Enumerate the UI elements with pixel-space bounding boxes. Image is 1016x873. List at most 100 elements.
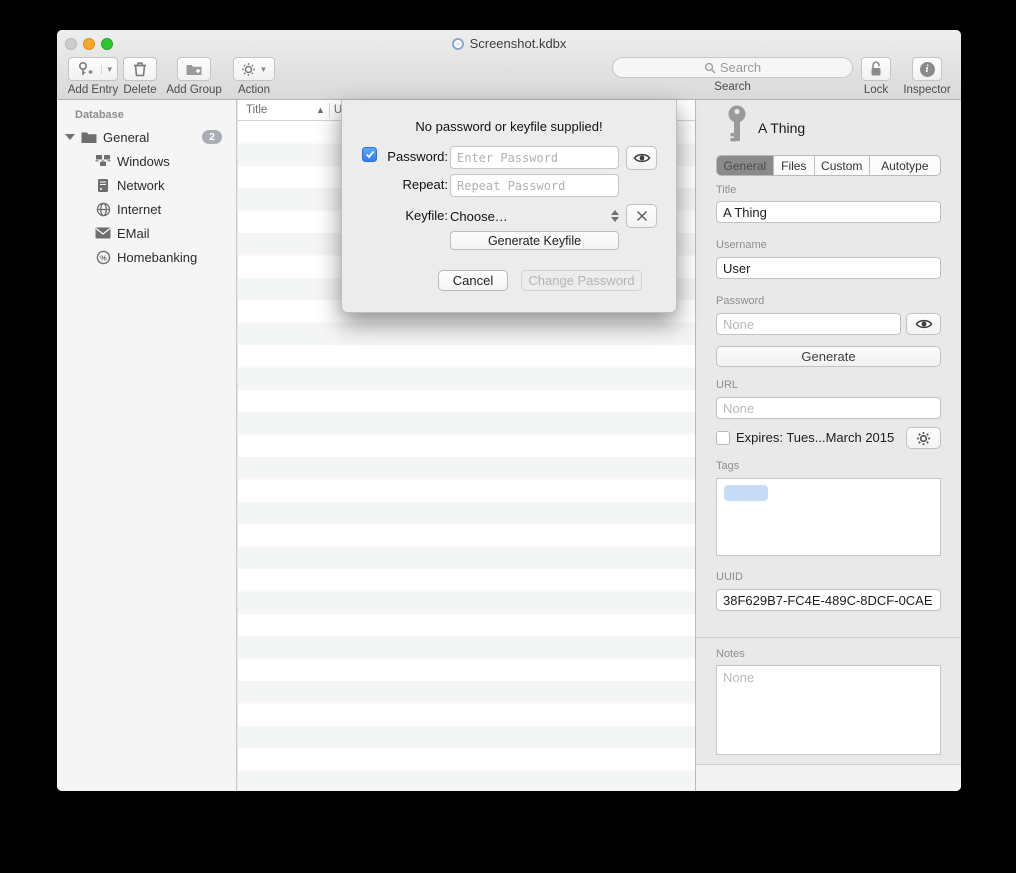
add-entry-dropdown-arrow-icon[interactable]: ▼ bbox=[101, 65, 117, 74]
generate-password-button[interactable]: Generate bbox=[716, 346, 941, 367]
url-field-label: URL bbox=[716, 379, 738, 391]
column-divider[interactable] bbox=[329, 103, 330, 118]
tab-autotype[interactable]: Autotype bbox=[870, 156, 940, 175]
keyfile-popup[interactable]: Choose… bbox=[450, 205, 619, 227]
reveal-password-button[interactable] bbox=[626, 146, 657, 170]
expires-checkbox[interactable] bbox=[716, 431, 730, 445]
show-password-button[interactable] bbox=[906, 313, 941, 335]
expires-label: Expires: Tues...March 2015 bbox=[736, 430, 894, 445]
clear-keyfile-button[interactable] bbox=[626, 204, 657, 228]
action-label: Action bbox=[229, 84, 279, 96]
tab-general[interactable]: General bbox=[717, 156, 774, 175]
tags-field[interactable] bbox=[716, 478, 941, 556]
title-field[interactable] bbox=[716, 201, 941, 223]
search-placeholder: Search bbox=[720, 60, 761, 75]
inspector-button[interactable]: i bbox=[912, 57, 942, 81]
dialog-password-label: Password: bbox=[362, 149, 448, 164]
sidebar-item-windows[interactable]: Windows bbox=[57, 149, 236, 173]
notes-label: Notes bbox=[716, 648, 745, 660]
tab-custom[interactable]: Custom bbox=[815, 156, 870, 175]
column-header-title[interactable]: Title bbox=[238, 104, 316, 116]
uuid-label: UUID bbox=[716, 571, 743, 583]
sidebar-item-label: Windows bbox=[117, 154, 170, 169]
toolbar-action: ▼ Action bbox=[229, 57, 279, 96]
close-x-icon bbox=[636, 210, 648, 222]
search-icon bbox=[704, 62, 716, 74]
toolbar-delete: Delete bbox=[119, 57, 161, 96]
sidebar-item-network[interactable]: Network bbox=[57, 173, 236, 197]
sidebar-item-label: Homebanking bbox=[117, 250, 197, 265]
dialog-keyfile-label: Keyfile: bbox=[362, 208, 448, 223]
sidebar-item-general[interactable]: General 2 bbox=[57, 125, 236, 149]
inspector-panel: A Thing General Files Custom Autotype Ti… bbox=[695, 100, 961, 791]
title-field-label: Title bbox=[716, 184, 736, 196]
cancel-button[interactable]: Cancel bbox=[438, 270, 508, 291]
delete-button[interactable] bbox=[123, 57, 157, 81]
uuid-field[interactable] bbox=[716, 589, 941, 611]
add-entry-button[interactable]: ▼ bbox=[68, 57, 118, 81]
entry-title: A Thing bbox=[758, 120, 805, 136]
sidebar-item-internet[interactable]: Internet bbox=[57, 197, 236, 221]
inspector-tabs: General Files Custom Autotype bbox=[716, 155, 941, 176]
username-field[interactable] bbox=[716, 257, 941, 279]
inspector-label: Inspector bbox=[900, 84, 954, 96]
inspector-divider bbox=[696, 637, 961, 638]
toolbar-search: Search Search bbox=[612, 57, 853, 93]
key-icon bbox=[724, 105, 750, 150]
svg-text:%: % bbox=[100, 253, 107, 262]
expires-row: Expires: Tues...March 2015 bbox=[716, 430, 894, 445]
search-label: Search bbox=[612, 81, 853, 93]
repeat-password-input[interactable] bbox=[450, 174, 619, 197]
tags-label: Tags bbox=[716, 460, 739, 472]
percent-circle-icon: % bbox=[95, 249, 111, 265]
lock-button[interactable] bbox=[861, 57, 891, 81]
entry-count-badge: 2 bbox=[202, 130, 222, 144]
search-input[interactable]: Search bbox=[612, 57, 853, 78]
window-title-area: Screenshot.kdbx bbox=[57, 36, 961, 51]
eye-icon bbox=[915, 318, 933, 330]
popup-stepper-icon bbox=[611, 210, 619, 222]
tag-token[interactable] bbox=[724, 485, 768, 501]
document-proxy-icon[interactable] bbox=[452, 38, 464, 50]
url-field[interactable] bbox=[716, 397, 941, 419]
globe-icon bbox=[95, 201, 111, 217]
sidebar-item-label: General bbox=[103, 130, 149, 145]
toolbar-inspector: i Inspector bbox=[900, 57, 954, 96]
expires-settings-button[interactable] bbox=[906, 427, 941, 449]
sidebar-item-label: Internet bbox=[117, 202, 161, 217]
action-chevron-icon: ▼ bbox=[260, 65, 268, 74]
change-password-sheet: No password or keyfile supplied! Passwor… bbox=[341, 100, 677, 313]
tab-files[interactable]: Files bbox=[774, 156, 815, 175]
trash-icon bbox=[133, 61, 147, 77]
sidebar: Database General 2 Windows Network bbox=[57, 100, 237, 791]
add-entry-label: Add Entry bbox=[65, 84, 121, 96]
generate-keyfile-button[interactable]: Generate Keyfile bbox=[450, 231, 619, 250]
delete-label: Delete bbox=[119, 84, 161, 96]
username-field-label: Username bbox=[716, 239, 767, 251]
sidebar-item-homebanking[interactable]: % Homebanking bbox=[57, 245, 236, 269]
toolbar-add-entry: ▼ Add Entry bbox=[65, 57, 121, 96]
app-window: Screenshot.kdbx ▼ Add Entry Delete Ad bbox=[57, 30, 961, 791]
toolbar-add-group: Add Group bbox=[164, 57, 224, 96]
sidebar-item-label: EMail bbox=[117, 226, 150, 241]
action-button[interactable]: ▼ bbox=[233, 57, 275, 81]
keyfile-popup-value: Choose… bbox=[450, 209, 508, 224]
folder-plus-icon bbox=[185, 62, 203, 77]
toolbar-lock: Lock bbox=[858, 57, 894, 96]
dialog-repeat-label: Repeat: bbox=[362, 177, 448, 192]
sidebar-item-label: Network bbox=[117, 178, 165, 193]
sidebar-item-email[interactable]: EMail bbox=[57, 221, 236, 245]
add-group-button[interactable] bbox=[177, 57, 211, 81]
change-password-button[interactable]: Change Password bbox=[521, 270, 642, 291]
window-title: Screenshot.kdbx bbox=[470, 36, 567, 51]
inspector-footer bbox=[696, 765, 961, 791]
enter-password-input[interactable] bbox=[450, 146, 619, 169]
notes-field[interactable] bbox=[716, 665, 941, 755]
sort-ascending-icon[interactable]: ▲ bbox=[316, 105, 325, 115]
lock-label: Lock bbox=[858, 84, 894, 96]
disclosure-triangle-icon[interactable] bbox=[65, 134, 75, 140]
titlebar-toolbar: Screenshot.kdbx ▼ Add Entry Delete Ad bbox=[57, 30, 961, 100]
envelope-icon bbox=[95, 225, 111, 241]
password-field[interactable] bbox=[716, 313, 901, 335]
server-icon bbox=[95, 177, 111, 193]
